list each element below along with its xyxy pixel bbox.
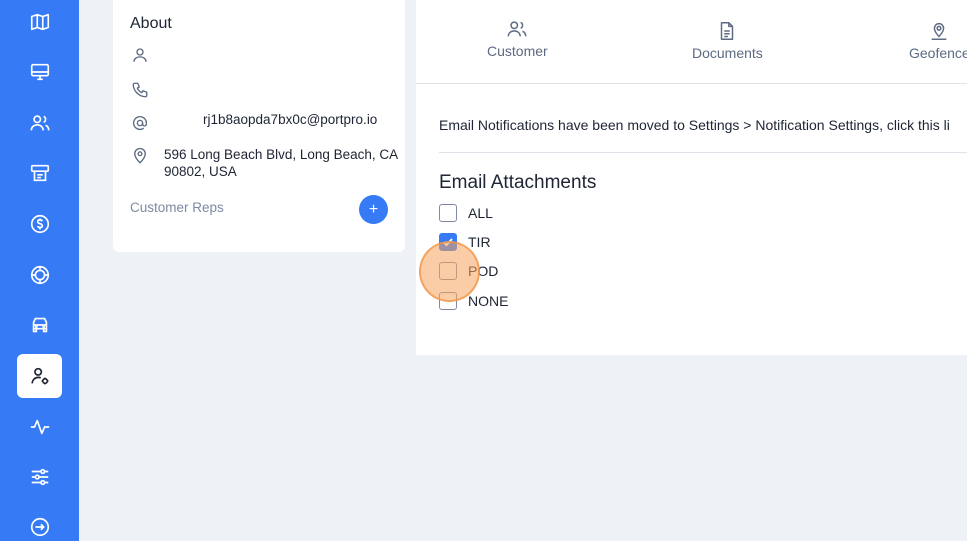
at-icon <box>130 113 150 133</box>
checkbox-all-label: ALL <box>468 205 493 221</box>
users-icon <box>507 21 527 37</box>
about-card: About rj1b8aopda7bx0c@portpro.io 596 Lon… <box>113 0 405 252</box>
location-pin-icon <box>130 146 150 166</box>
checkbox-tir-label: TIR <box>468 234 491 250</box>
main-panel: Customer Documents Geofence Email Notifi… <box>416 0 967 355</box>
tab-documents-label: Documents <box>692 45 763 61</box>
location-icon <box>932 23 947 40</box>
truck-icon <box>32 317 47 333</box>
phone-icon <box>130 80 150 100</box>
sidebar-item-billing[interactable] <box>17 151 62 195</box>
map-icon <box>30 13 49 31</box>
contact-email-row <box>130 113 150 133</box>
checkmark-icon <box>443 238 453 247</box>
tab-customer[interactable]: Customer <box>487 18 548 59</box>
attachment-option-none[interactable]: NONE <box>439 292 508 310</box>
notice-divider <box>439 152 967 153</box>
user-settings-icon <box>30 367 48 385</box>
monitor-icon <box>30 63 49 81</box>
sidebar-item-customers[interactable] <box>17 101 62 145</box>
sidebar-item-settings[interactable] <box>17 455 62 499</box>
contact-name-row <box>130 45 150 65</box>
attachment-option-all[interactable]: ALL <box>439 204 493 222</box>
add-customer-rep-button[interactable]: + <box>359 195 388 224</box>
logout-icon <box>30 517 49 537</box>
notification-notice[interactable]: Email Notifications have been moved to S… <box>439 117 950 133</box>
tab-documents[interactable]: Documents <box>692 20 763 61</box>
contact-email: rj1b8aopda7bx0c@portpro.io <box>203 112 378 127</box>
tab-geofence[interactable]: Geofence <box>909 20 967 61</box>
globe-icon <box>30 265 49 285</box>
checkbox-none[interactable] <box>439 292 457 310</box>
sidebar-item-map[interactable] <box>17 0 62 44</box>
users-icon <box>29 115 50 131</box>
sidebar-item-fleet[interactable] <box>17 303 62 347</box>
sidebar-item-user-settings[interactable] <box>17 354 62 398</box>
checkbox-tir[interactable] <box>439 233 457 251</box>
about-title: About <box>130 15 172 32</box>
sidebar-item-payments[interactable] <box>17 202 62 246</box>
checkbox-all[interactable] <box>439 204 457 222</box>
contact-address-row <box>130 146 150 166</box>
tab-divider <box>416 83 967 84</box>
tab-geofence-label: Geofence <box>909 45 967 61</box>
contact-phone-row <box>130 80 150 100</box>
attachment-option-pod[interactable]: POD <box>439 262 498 280</box>
checkbox-pod-label: POD <box>468 263 499 279</box>
sidebar-item-logout[interactable] <box>17 505 62 541</box>
sliders-icon <box>31 468 48 486</box>
customer-reps-label: Customer Reps <box>130 200 224 215</box>
billing-icon <box>30 164 49 182</box>
dollar-icon <box>30 214 49 234</box>
activity-icon <box>30 419 49 435</box>
sidebar-item-reports[interactable] <box>17 405 62 449</box>
checkbox-none-label: NONE <box>468 293 509 309</box>
sidebar-item-dispatch[interactable] <box>17 50 62 94</box>
tab-customer-label: Customer <box>487 43 548 59</box>
sidebar <box>0 0 79 541</box>
contact-address: 596 Long Beach Blvd, Long Beach, CA 9080… <box>164 147 398 179</box>
checkbox-pod[interactable] <box>439 262 457 280</box>
person-icon <box>130 45 150 65</box>
document-icon <box>721 22 734 40</box>
email-attachments-title: Email Attachments <box>439 172 597 193</box>
attachment-option-tir[interactable]: TIR <box>439 233 491 251</box>
sidebar-item-network[interactable] <box>17 253 62 297</box>
